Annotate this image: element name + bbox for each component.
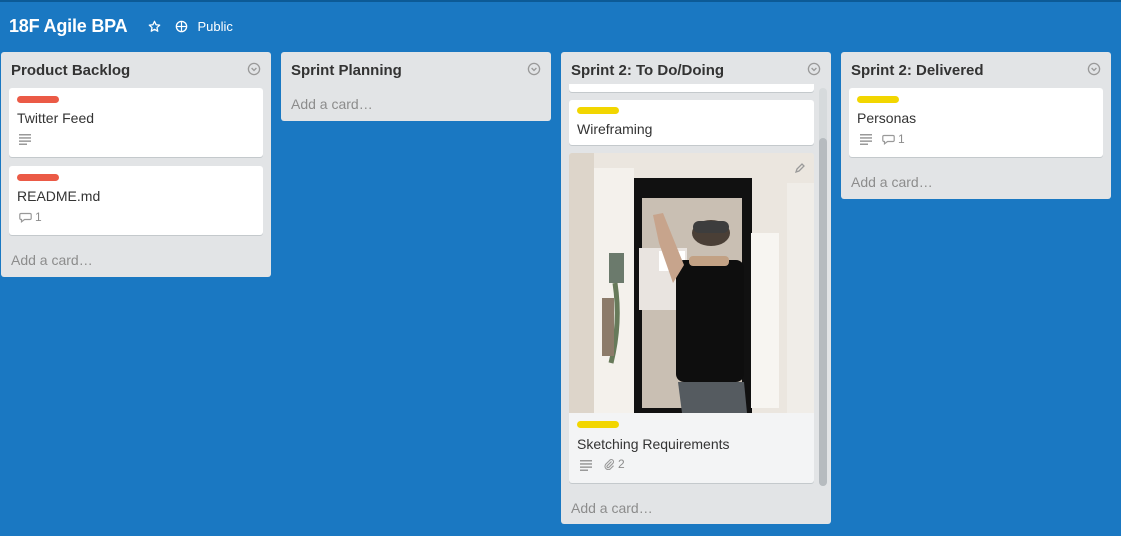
card-cover-image [569, 153, 814, 413]
board-header: 18F Agile BPA Public [0, 2, 1121, 50]
comment-count: 1 [35, 210, 42, 224]
card-title: README.md [17, 188, 101, 204]
card-personas[interactable]: Personas 1 [849, 88, 1103, 157]
list-title[interactable]: Sprint 2: To Do/Doing [571, 62, 724, 79]
comment-icon [882, 134, 895, 145]
card-label-yellow [857, 96, 899, 103]
list-header: Sprint Planning [281, 52, 551, 88]
list-sprint-2-delivered: Sprint 2: Delivered Personas 1 Add a car… [841, 52, 1111, 199]
globe-icon [176, 20, 188, 32]
visibility-label: Public [197, 18, 233, 34]
list-title[interactable]: Sprint 2: Delivered [851, 62, 984, 79]
card-sketching-requirements[interactable]: Sketching Requirements 2 [569, 153, 814, 483]
list-title[interactable]: Sprint Planning [291, 62, 402, 79]
add-card-button[interactable]: Add a card… [291, 96, 373, 112]
list-scrollbar-thumb[interactable] [819, 138, 827, 486]
description-icon [580, 460, 593, 471]
list-menu-icon[interactable] [527, 62, 541, 76]
list-title[interactable]: Product Backlog [11, 62, 130, 79]
list-header: Product Backlog [1, 52, 271, 88]
list-sprint-2-todo-doing: Sprint 2: To Do/Doing Wireframing Sketch… [561, 52, 831, 524]
card-label-yellow [577, 421, 619, 428]
card-partial-hidden[interactable] [569, 84, 814, 92]
card-wireframing[interactable]: Wireframing [569, 100, 814, 145]
comment-icon [19, 212, 32, 223]
description-icon [860, 134, 873, 145]
comment-badge: 1 [19, 210, 42, 224]
paperclip-icon [604, 459, 615, 470]
card-title: Sketching Requirements [577, 436, 730, 452]
list-menu-icon[interactable] [1087, 62, 1101, 76]
add-card-button[interactable]: Add a card… [571, 500, 653, 516]
description-icon [19, 134, 32, 145]
card-label-yellow [577, 107, 619, 114]
add-card-button[interactable]: Add a card… [851, 174, 933, 190]
visibility-button[interactable]: Public [175, 18, 233, 34]
board-title[interactable]: 18F Agile BPA [9, 16, 128, 37]
star-icon[interactable] [147, 19, 161, 33]
list-header: Sprint 2: To Do/Doing [561, 52, 831, 88]
add-card-button[interactable]: Add a card… [11, 252, 93, 268]
comment-badge: 1 [882, 132, 905, 146]
list-menu-icon[interactable] [247, 62, 261, 76]
card-title: Wireframing [577, 121, 653, 137]
card-readme[interactable]: README.md 1 [9, 166, 263, 235]
cover-photo [569, 153, 814, 413]
list-product-backlog: Product Backlog Twitter Feed README.md 1… [1, 52, 271, 277]
card-label-red [17, 96, 59, 103]
card-title: Personas [857, 110, 917, 126]
card-title: Twitter Feed [17, 110, 95, 126]
card-twitter-feed[interactable]: Twitter Feed [9, 88, 263, 157]
list-sprint-planning: Sprint Planning Add a card… [281, 52, 551, 121]
comment-count: 1 [898, 132, 905, 146]
attachment-count: 2 [618, 457, 625, 471]
attachment-badge: 2 [603, 457, 625, 471]
list-menu-icon[interactable] [807, 62, 821, 76]
edit-icon[interactable] [794, 161, 806, 179]
list-header: Sprint 2: Delivered [841, 52, 1111, 88]
card-label-red [17, 174, 59, 181]
